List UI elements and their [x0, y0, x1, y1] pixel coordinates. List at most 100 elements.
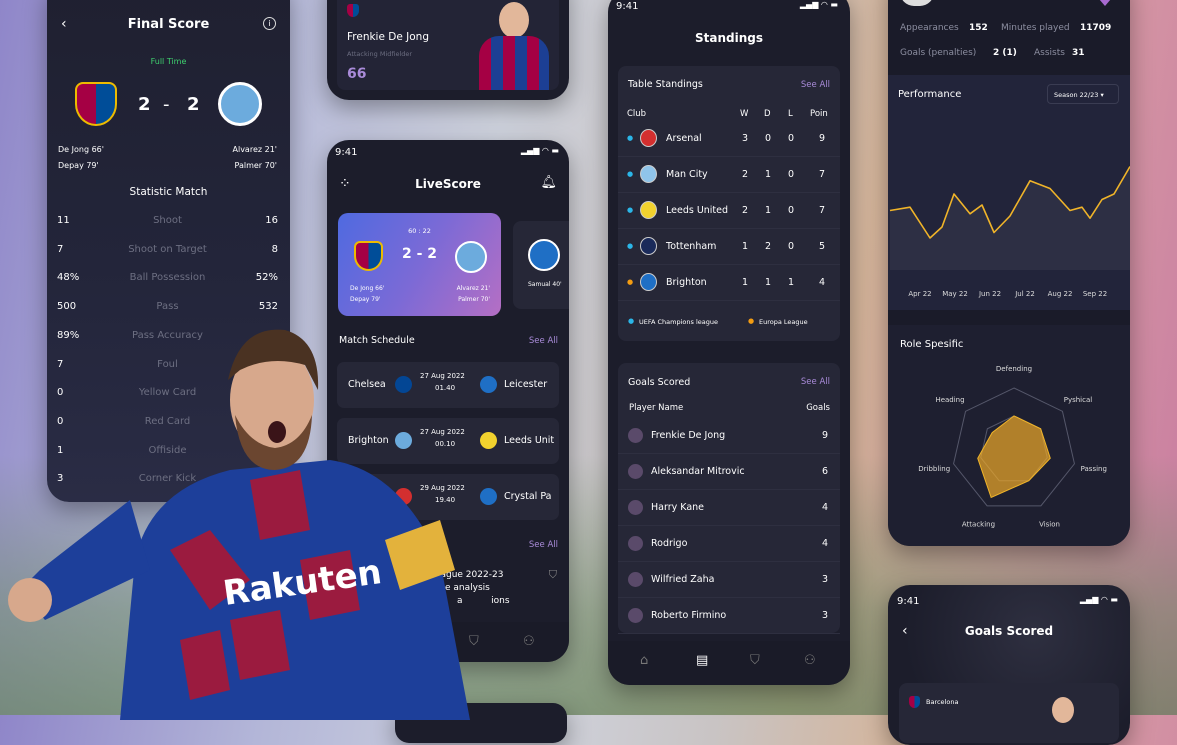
- goals-value: 2 (1): [993, 48, 1017, 58]
- standings-row[interactable]: ● Leeds United 2 1 0 7: [618, 193, 840, 229]
- club-name: Man City: [666, 169, 708, 180]
- scorer-row[interactable]: Harry Kane 4: [618, 490, 840, 526]
- status-icons: ▂▄▆ ◠ ▬: [799, 0, 838, 9]
- player-rating: 66: [347, 66, 367, 82]
- home-scorer: Depay 79': [350, 296, 381, 303]
- stat-row: 11 Shoot 16: [57, 215, 278, 229]
- losses: 0: [788, 169, 795, 180]
- wins: 1: [742, 241, 749, 252]
- draws: 0: [765, 133, 772, 144]
- see-all-link[interactable]: See All: [801, 80, 830, 90]
- club-crest: [640, 165, 657, 183]
- home-scorer: De Jong 66': [58, 145, 104, 154]
- scorer-row[interactable]: Roberto Firmino 3: [618, 598, 840, 634]
- season-dropdown[interactable]: Season 22/23 ▾: [1047, 84, 1119, 104]
- brighton-crest: [528, 239, 560, 271]
- player-name: Frenkie De Jong: [347, 31, 429, 43]
- player-name: Wilfried Zaha: [651, 574, 715, 585]
- wins: 2: [742, 169, 749, 180]
- see-all-link[interactable]: See All: [801, 377, 830, 387]
- standings-row[interactable]: ● Arsenal 3 0 0 9: [618, 121, 840, 157]
- player-name: Aleksandar Mitrovic: [651, 466, 745, 477]
- club-name: Barcelona: [926, 698, 959, 706]
- x-tick-label: Aug 22: [1048, 290, 1073, 298]
- section-title: Role Spesific: [900, 339, 964, 350]
- stat-label: Pass: [156, 301, 179, 313]
- radar-axis-label: Vision: [1039, 521, 1060, 529]
- stat-label: Ball Possession: [129, 272, 206, 284]
- away-crest: [480, 376, 497, 393]
- nav-bookmark-icon[interactable]: ⛉: [750, 653, 760, 668]
- goal-count: 3: [821, 574, 828, 585]
- side-match-card[interactable]: Samual 40': [513, 221, 569, 309]
- radar-axis-label: Passing: [1081, 465, 1107, 473]
- standings-row[interactable]: ● Man City 2 1 0 7: [618, 157, 840, 193]
- stat-away: 52%: [255, 272, 278, 284]
- away-score: 2: [187, 94, 200, 115]
- player-photo-cutout: Rakuten: [8, 329, 470, 720]
- nav-profile-icon[interactable]: ⚇: [523, 634, 535, 649]
- nav-profile-icon[interactable]: ⚇: [804, 653, 816, 668]
- match-clock: 60 : 22: [408, 227, 431, 235]
- assists-label: Assists: [1034, 48, 1065, 58]
- rank-badge: [1093, 0, 1117, 6]
- legend-uel-dot: ●: [748, 317, 755, 325]
- radar-axis-label: Defending: [996, 365, 1032, 373]
- score-separator: -: [163, 94, 170, 115]
- away-team: Leicester: [504, 379, 548, 390]
- role-radar-chart: Defending Pyshical Passing Vision Attacking D…: [918, 365, 1107, 529]
- goals-scored-card: Goals Scored See All Player Name Goals F…: [618, 363, 840, 634]
- player-name: Frenkie De Jong: [651, 430, 726, 441]
- away-scorer: Alvarez 21': [456, 285, 490, 292]
- performance-chart: Apr 22 May 22 Jun 22 Jul 22 Aug 22 Sep 22: [889, 166, 1130, 298]
- zone-dot: ●: [627, 134, 634, 142]
- page-title: LiveScore: [415, 177, 481, 191]
- points: 5: [819, 241, 826, 252]
- goals-scored-screen: 9:41 ▂▄▆ ◠ ▬ ‹ Goals Scored Barcelona: [888, 585, 1130, 745]
- info-icon[interactable]: i: [263, 17, 276, 30]
- live-match-card[interactable]: 60 : 22 2 - 2 De Jong 66' Depay 79' Alva…: [338, 213, 501, 316]
- column-header: Player Name: [629, 403, 684, 413]
- card-title: Table Standings: [628, 79, 703, 90]
- away-scorer: Palmer 70': [458, 296, 490, 303]
- nav-home-icon[interactable]: ⌂: [640, 653, 648, 668]
- x-tick-label: Apr 22: [908, 290, 931, 298]
- goal-count: 4: [821, 502, 828, 513]
- player-photo: [475, 0, 553, 90]
- scorer-row[interactable]: Frenkie De Jong 9: [618, 418, 840, 454]
- see-all-link[interactable]: See All: [529, 540, 558, 550]
- player-name: Harry Kane: [651, 502, 705, 513]
- radar-axis-label: Dribbling: [918, 465, 950, 473]
- draws: 1: [765, 205, 772, 216]
- bookmark-icon[interactable]: ⛉: [549, 568, 557, 582]
- player-name: Rodrigo: [651, 538, 688, 549]
- column-header: Club: [627, 109, 647, 119]
- nav-standings-icon[interactable]: ▤: [696, 653, 708, 668]
- scorer-row[interactable]: Aleksandar Mitrovic 6: [618, 454, 840, 490]
- scorer-row[interactable]: Rodrigo 4: [618, 526, 840, 562]
- standings-row[interactable]: ● Brighton 1 1 1 4: [618, 265, 840, 301]
- zone-dot: ●: [627, 170, 634, 178]
- standings-row[interactable]: ● Tottenham 1 2 0 5: [618, 229, 840, 265]
- club-name: Tottenham: [666, 241, 717, 252]
- club-player-card[interactable]: Barcelona: [899, 683, 1119, 743]
- losses: 0: [788, 241, 795, 252]
- club-crest: [640, 237, 657, 255]
- man-city-crest: [218, 82, 262, 126]
- radar-axis-label: Pyshical: [1064, 396, 1093, 404]
- bottom-nav: ⌂ ▤ ⛉ ⚇: [608, 641, 850, 685]
- player-stats-screen: Appearances 152 Minutes played 11709 Goa…: [888, 0, 1130, 546]
- scorer-row[interactable]: Wilfried Zaha 3: [618, 562, 840, 598]
- page-title: Standings: [695, 31, 763, 45]
- side-card-scorer: Samual 40': [528, 281, 562, 288]
- player-card[interactable]: Frenkie De Jong Attacking Midfielder 66: [337, 0, 559, 90]
- season-value: Season 22/23: [1054, 91, 1099, 99]
- player-avatar: [628, 500, 643, 515]
- stat-away: 8: [271, 243, 278, 255]
- notification-bell-icon[interactable]: 🔔︎: [540, 175, 557, 190]
- see-all-link[interactable]: See All: [529, 336, 558, 346]
- standings-screen: 9:41 ▂▄▆ ◠ ▬ Standings Table Standings S…: [608, 0, 850, 685]
- x-tick-label: Sep 22: [1083, 290, 1107, 298]
- wins: 2: [742, 205, 749, 216]
- club-name: Brighton: [666, 277, 707, 288]
